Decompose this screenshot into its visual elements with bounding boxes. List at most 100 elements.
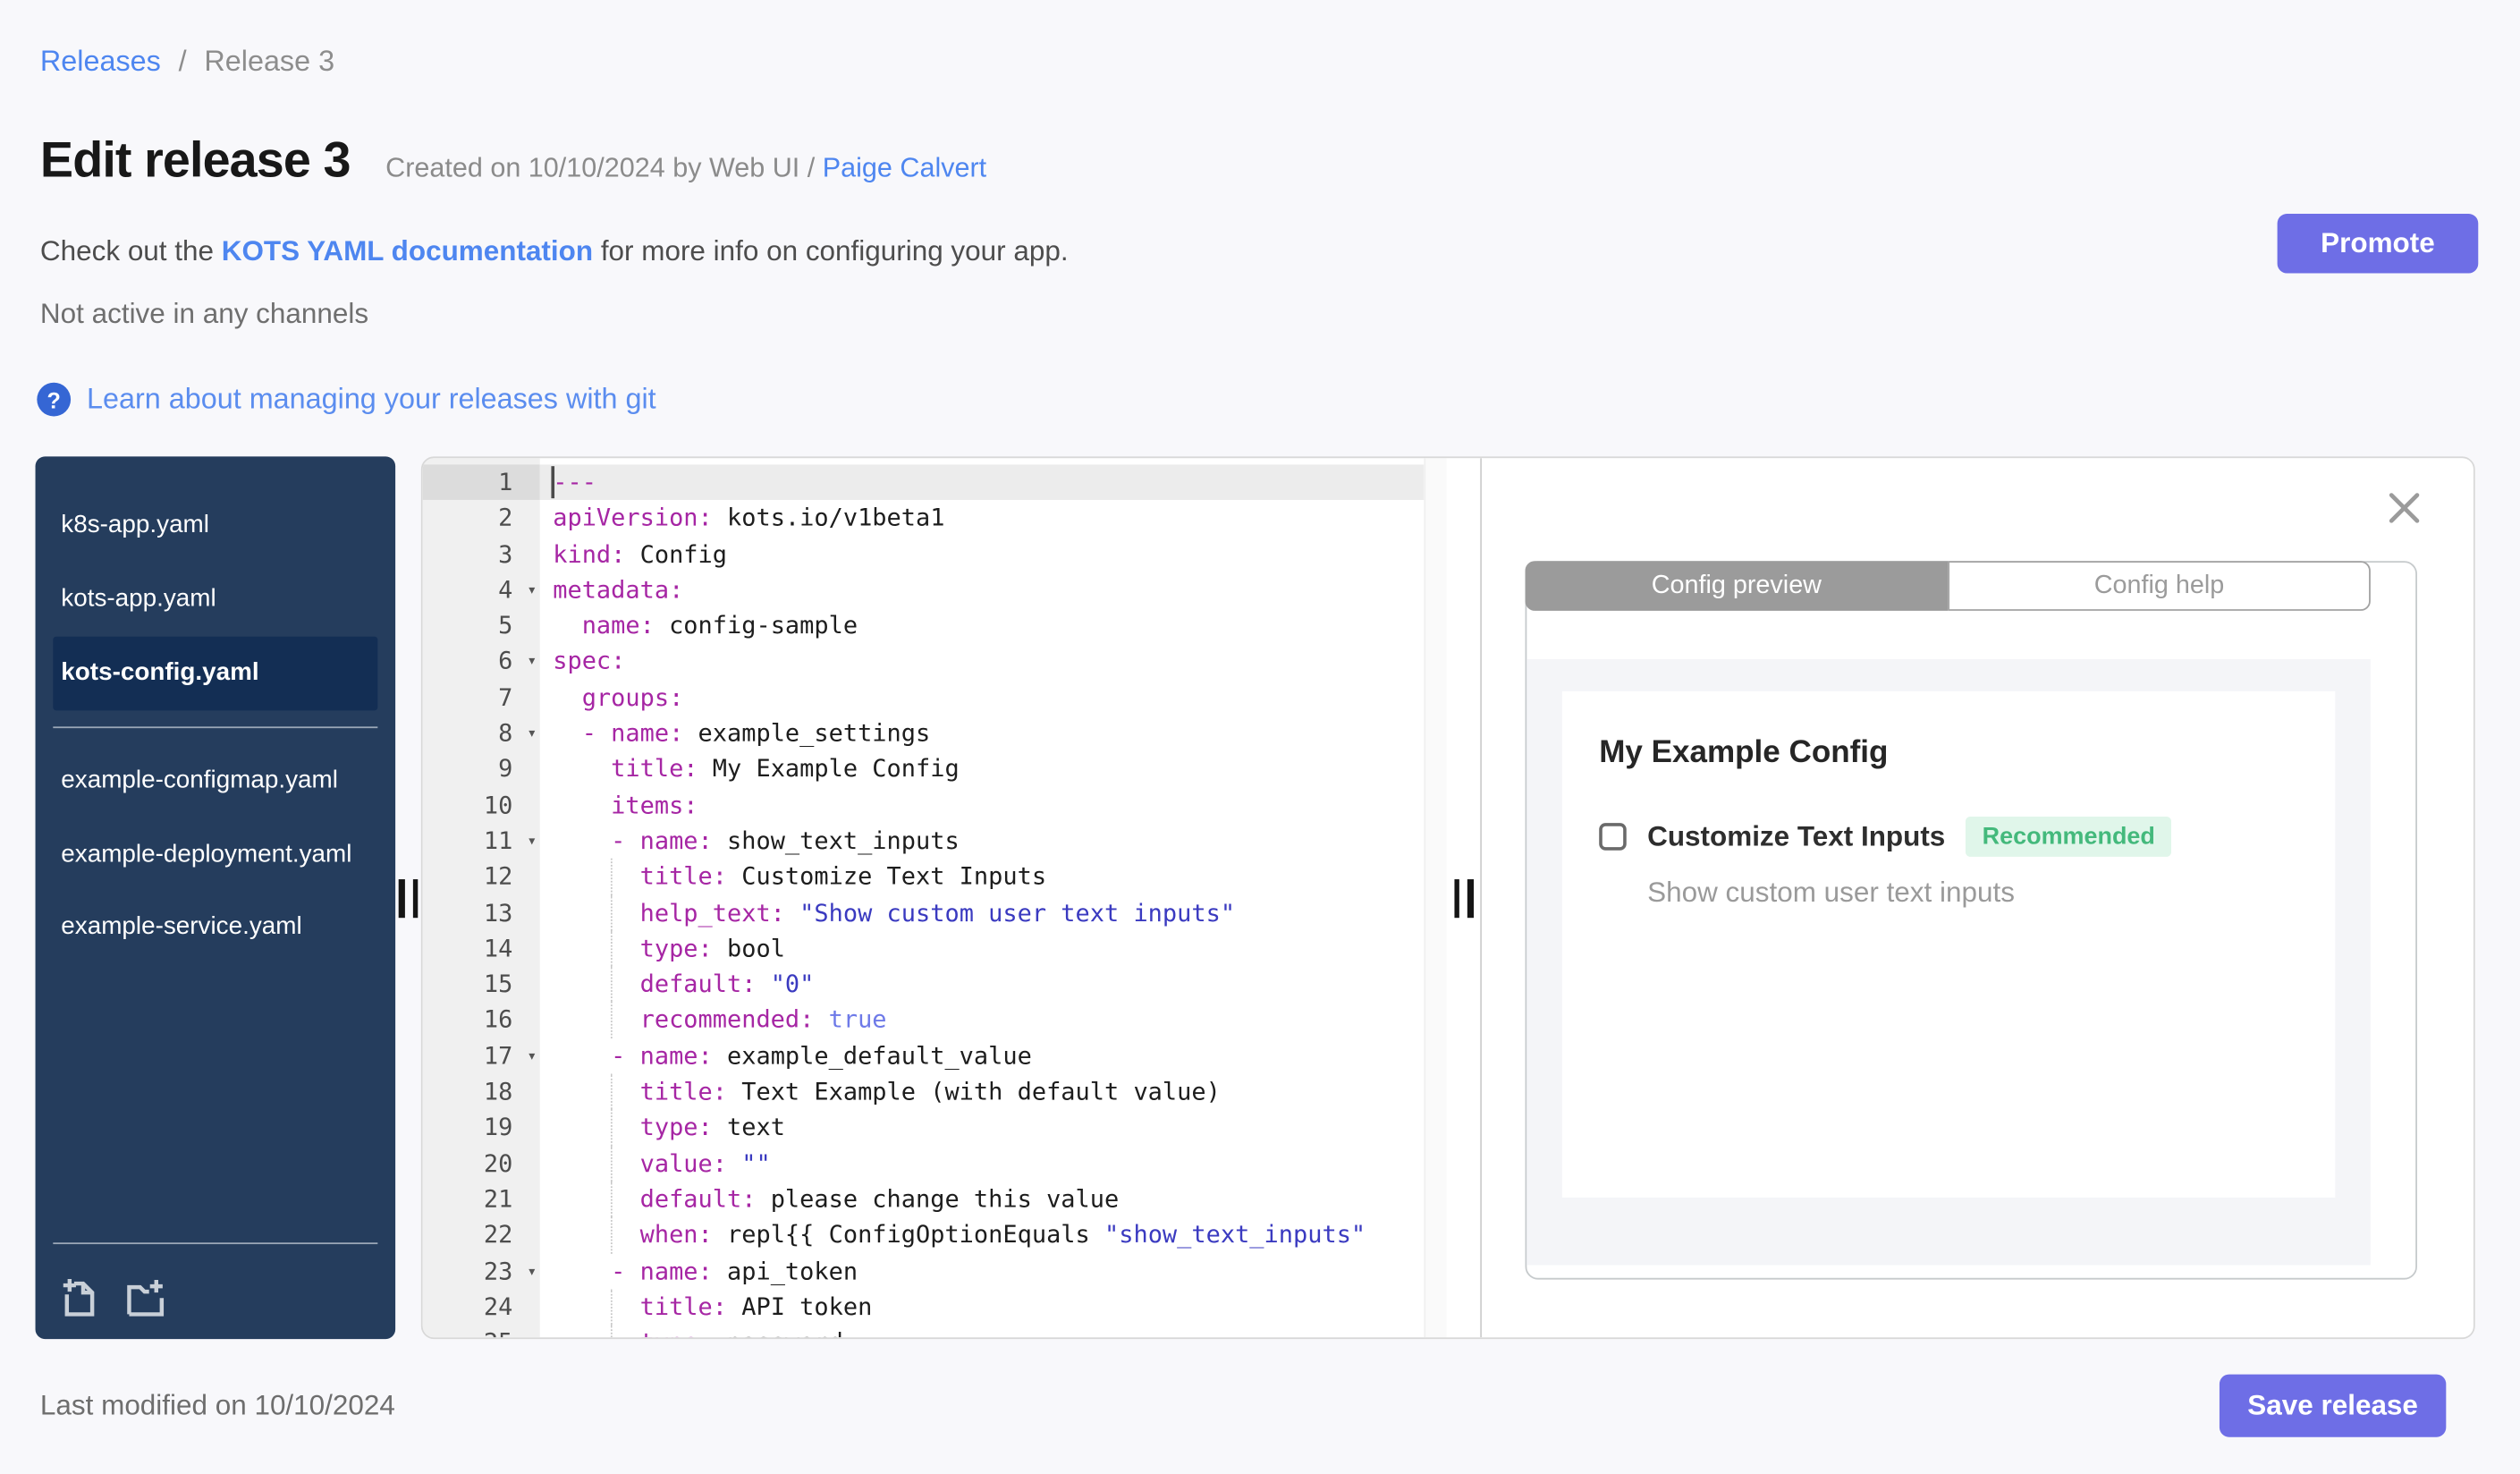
close-icon[interactable] — [2383, 487, 2425, 529]
gutter-line-14[interactable]: 14 — [423, 930, 540, 966]
code-line-11: - name: show_text_inputs — [553, 826, 960, 856]
gutter-line-4[interactable]: 4 ▾ — [423, 572, 540, 608]
gutter-line-5[interactable]: 5 — [423, 608, 540, 644]
indent-guide — [611, 1325, 613, 1338]
git-releases-link[interactable]: Learn about managing your releases with … — [87, 383, 656, 417]
code-line-5: name: config-sample — [553, 611, 858, 640]
new-folder-icon[interactable] — [123, 1276, 167, 1320]
config-preview-body: My Example Config Customize Text Inputs … — [1526, 658, 2371, 1266]
code-line-25: type: password — [540, 1325, 1424, 1338]
question-mark-icon: ? — [37, 382, 72, 417]
code-line-4: metadata: — [553, 575, 684, 605]
gutter-line-3[interactable]: 3 — [423, 537, 540, 572]
new-file-icon[interactable] — [58, 1276, 102, 1320]
code-line-17: - name: example_default_value — [553, 1041, 1032, 1071]
code-line-13: help_text: "Show custom user text inputs… — [540, 894, 1424, 931]
indent-guide — [611, 1216, 613, 1253]
code-line-16: recommended: true — [540, 1002, 1424, 1038]
breadcrumb: Releases / Release 3 — [40, 45, 334, 79]
gutter-line-12[interactable]: 12 — [423, 859, 540, 894]
sidebar-item-example-deployment-yaml[interactable]: example-deployment.yaml — [53, 817, 377, 891]
gutter-line-21[interactable]: 21 — [423, 1182, 540, 1217]
customize-text-inputs-checkbox[interactable] — [1599, 823, 1627, 851]
code-line-9: title: My Example Config — [553, 754, 960, 784]
gutter-line-2[interactable]: 2 — [423, 500, 540, 536]
editor-code: --- apiVersion: kots.io/v1beta1 kind: Conf… — [539, 458, 1425, 1338]
created-text: Created on 10/10/2024 by Web UI / — [385, 152, 816, 183]
sidebar-divider — [53, 725, 378, 728]
gutter-line-24[interactable]: 24 — [423, 1289, 540, 1325]
editor-gutter: 1 2 3 4 ▾ 5 6 ▾ 7 8 ▾ 9 10 11 ▾ 12 13 14 15 16 17 ▾ 18 19 20 21 22… — [422, 458, 540, 1338]
gutter-line-23[interactable]: 23 ▾ — [423, 1253, 540, 1289]
last-modified-text: Last modified on 10/10/2024 — [39, 1388, 395, 1421]
config-preview-card: Config preview Config help My Example Con… — [1525, 561, 2417, 1280]
gutter-line-19[interactable]: 19 — [423, 1110, 540, 1146]
gutter-line-22[interactable]: 22 — [423, 1217, 540, 1253]
gutter-line-11[interactable]: 11 ▾ — [423, 823, 540, 859]
gutter-line-16[interactable]: 16 — [423, 1002, 540, 1038]
file-list: k8s-app.yaml kots-app.yaml kots-config.yam… — [36, 488, 396, 965]
gutter-line-7[interactable]: 7 — [423, 680, 540, 716]
yaml-editor[interactable]: 1 2 3 4 ▾ 5 6 ▾ 7 8 ▾ 9 10 11 ▾ 12 13 14 15 16 17 ▾ 18 19 20 21 22… — [422, 458, 1447, 1338]
gutter-line-8[interactable]: 8 ▾ — [423, 716, 540, 751]
config-item-label: Customize Text Inputs — [1647, 819, 1946, 852]
git-help-row: ? Learn about managing your releases wit… — [37, 382, 656, 417]
gutter-line-25[interactable]: 25 — [423, 1325, 540, 1338]
fold-arrow-icon[interactable]: ▾ — [527, 825, 537, 860]
gutter-line-1[interactable]: 1 — [422, 464, 540, 501]
editor-scrollbar-track[interactable] — [1424, 458, 1447, 1338]
sidebar-item-k8s-app-yaml[interactable]: k8s-app.yaml — [53, 488, 377, 562]
save-release-button[interactable]: Save release — [2219, 1374, 2447, 1437]
sidebar-item-example-configmap-yaml[interactable]: example-configmap.yaml — [53, 744, 377, 817]
code-line-10: items: — [553, 790, 698, 819]
indent-guide — [611, 859, 613, 895]
created-info: Created on 10/10/2024 by Web UI / Paige … — [385, 153, 986, 185]
gutter-line-10[interactable]: 10 — [423, 787, 540, 823]
sidebar-resize-handle[interactable] — [398, 878, 419, 918]
code-line-23: - name: api_token — [553, 1256, 858, 1285]
gutter-line-6[interactable]: 6 ▾ — [423, 644, 540, 680]
code-line-6: spec: — [553, 647, 626, 676]
tab-config-preview[interactable]: Config preview — [1525, 561, 1949, 611]
gutter-line-20[interactable]: 20 — [423, 1146, 540, 1182]
sidebar-item-kots-app-yaml[interactable]: kots-app.yaml — [53, 563, 377, 636]
indent-guide — [611, 1289, 613, 1326]
tab-config-help[interactable]: Config help — [1948, 561, 2371, 611]
code-line-15: default: "0" — [540, 966, 1424, 1003]
code-line-20: value: "" — [540, 1145, 1424, 1182]
config-item-row: Customize Text Inputs Recommended — [1599, 816, 2335, 857]
code-line-19: type: text — [540, 1109, 1424, 1146]
release-editor: k8s-app.yaml kots-app.yaml kots-config.yam… — [35, 456, 2475, 1340]
sidebar-item-kots-config-yaml[interactable]: kots-config.yaml — [53, 636, 378, 710]
config-group-title: My Example Config — [1599, 734, 1889, 770]
fold-arrow-icon[interactable]: ▾ — [527, 573, 537, 609]
fold-arrow-icon[interactable]: ▾ — [527, 1255, 537, 1291]
fold-arrow-icon[interactable]: ▾ — [527, 717, 537, 753]
sidebar-item-example-service-yaml[interactable]: example-service.yaml — [53, 891, 377, 964]
breadcrumb-releases-link[interactable]: Releases — [40, 45, 161, 77]
gutter-line-15[interactable]: 15 — [423, 966, 540, 1002]
title-row: Edit release 3 Created on 10/10/2024 by … — [40, 131, 986, 190]
indent-guide — [611, 1145, 613, 1182]
created-author-link[interactable]: Paige Calvert — [823, 153, 986, 183]
indent-guide — [611, 1073, 613, 1110]
gutter-line-13[interactable]: 13 — [423, 894, 540, 930]
indent-guide — [611, 966, 613, 1003]
fold-arrow-icon[interactable]: ▾ — [527, 1039, 537, 1075]
code-line-24: title: API token — [540, 1289, 1424, 1326]
doc-prefix: Check out the — [39, 234, 222, 267]
config-preview-pane: Config preview Config help My Example Con… — [1482, 458, 2473, 1338]
config-item-help: Show custom user text inputs — [1647, 876, 2015, 909]
indent-guide — [611, 1002, 613, 1038]
gutter-line-18[interactable]: 18 — [423, 1074, 540, 1110]
kots-yaml-doc-link[interactable]: KOTS YAML documentation — [222, 234, 593, 267]
fold-arrow-icon[interactable]: ▾ — [527, 646, 537, 682]
gutter-line-9[interactable]: 9 — [423, 751, 540, 787]
code-line-12: title: Customize Text Inputs — [540, 859, 1424, 895]
recommended-badge: Recommended — [1966, 816, 2171, 857]
promote-button[interactable]: Promote — [2277, 214, 2479, 274]
sidebar-bottom-divider — [53, 1242, 378, 1245]
preview-resize-handle[interactable] — [1453, 878, 1474, 918]
gutter-line-17[interactable]: 17 ▾ — [423, 1038, 540, 1074]
code-line-14: type: bool — [540, 930, 1424, 967]
